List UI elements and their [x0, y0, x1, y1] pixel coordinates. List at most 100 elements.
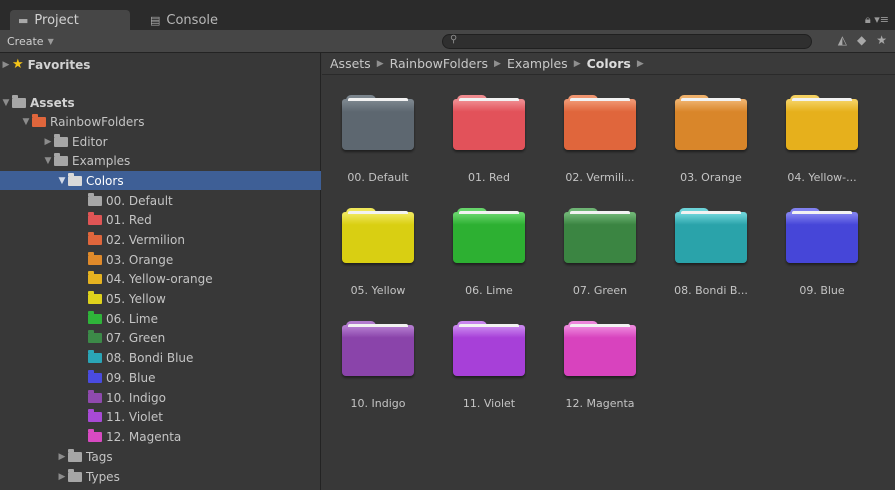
tree-label: 05. Yellow — [106, 292, 166, 306]
tree-item-color-folder[interactable]: 05. Yellow — [0, 290, 321, 309]
large-folder-icon — [675, 95, 747, 150]
large-folder-icon — [342, 95, 414, 150]
colored-folder-icon — [88, 192, 102, 206]
colored-folder-icon — [88, 212, 102, 226]
collapsed-arrow-icon[interactable]: ▶ — [56, 472, 68, 482]
tree-label: 08. Bondi Blue — [106, 351, 194, 366]
large-folder-icon — [342, 208, 414, 263]
create-button[interactable]: Create ▼ — [3, 33, 67, 50]
lock-icon[interactable]: 🔒︎ — [865, 13, 871, 26]
tree-label: Types — [86, 469, 120, 484]
folder-icon — [12, 94, 26, 108]
large-folder-icon — [564, 208, 636, 263]
tree-item-tags[interactable]: ▶ Tags — [0, 447, 377, 466]
tree-label: 04. Yellow-orange — [106, 272, 213, 287]
breadcrumb-item[interactable]: Examples — [507, 56, 568, 71]
collapsed-arrow-icon[interactable]: ▶ — [0, 60, 12, 70]
project-tree: ▶ ★ Favorites ▼ Assets ▼ RainbowFolders … — [0, 53, 321, 490]
tree-item-color-folder[interactable]: 03. Orange — [0, 250, 321, 269]
tree-label: 10. Indigo — [106, 390, 166, 405]
tree-item-color-folder[interactable]: 00. Default — [0, 191, 321, 210]
tree-item-colors[interactable]: ▼ Colors — [0, 171, 321, 190]
folder-caption: 12. Magenta — [565, 397, 635, 410]
breadcrumb-item[interactable]: Assets — [330, 56, 371, 71]
tree-label: 12. Magenta — [106, 429, 182, 444]
editor-folder-icon — [54, 133, 68, 147]
tree-label: 11. Violet — [106, 410, 163, 425]
colored-folder-icon — [88, 350, 102, 364]
tab-project[interactable]: ▬ Project — [10, 10, 130, 30]
folder-caption: 04. Yellow-... — [787, 171, 857, 184]
large-folder-icon — [786, 95, 858, 150]
tree-label: 02. Vermilion — [106, 232, 185, 247]
tab-label: Project — [34, 12, 79, 28]
tree-item-types[interactable]: ▶ Types — [0, 467, 377, 486]
toolbar-icons: ◭ ◆ ★ — [838, 33, 887, 47]
create-label: Create — [7, 35, 44, 48]
asset-folder-tile[interactable]: 04. Yellow-... — [751, 75, 893, 185]
tree-item-color-folder[interactable]: 11. Violet — [0, 408, 321, 427]
colored-folder-icon — [88, 409, 102, 423]
tree-label: Examples — [72, 153, 131, 168]
tab-label: Console — [166, 12, 219, 28]
folder-icon — [54, 152, 68, 166]
expanded-arrow-icon[interactable]: ▼ — [56, 176, 68, 186]
tree-item-color-folder[interactable]: 08. Bondi Blue — [0, 349, 321, 368]
menu-icon[interactable]: ▾≡ — [874, 13, 889, 26]
asset-grid: 00. Default 01. Red 02. Vermili... 03. Oran… — [322, 75, 895, 490]
colored-folder-icon — [88, 389, 102, 403]
collapsed-arrow-icon[interactable]: ▶ — [42, 137, 54, 147]
expanded-arrow-icon[interactable]: ▼ — [20, 117, 32, 127]
star-icon: ★ — [12, 57, 24, 72]
favorite-star-icon[interactable]: ★ — [876, 33, 887, 47]
expanded-arrow-icon[interactable]: ▼ — [42, 156, 54, 166]
colored-folder-icon — [88, 310, 102, 324]
tab-menu[interactable]: 🔒︎ ▾≡ — [865, 13, 889, 27]
folder-icon — [68, 468, 82, 482]
tab-bar: ▬ Project ▤ Console 🔒︎ ▾≡ — [0, 0, 895, 30]
breadcrumb-current[interactable]: Colors — [587, 56, 631, 71]
console-icon: ▤ — [150, 13, 161, 27]
tree-label: Editor — [72, 134, 108, 149]
asset-folder-tile[interactable]: 12. Magenta — [529, 301, 671, 411]
tree-item-color-folder[interactable]: 07. Green — [0, 329, 321, 348]
tree-item-color-folder[interactable]: 06. Lime — [0, 309, 321, 328]
colored-folder-icon — [88, 231, 102, 245]
tree-item-favorites[interactable]: ▶ ★ Favorites — [0, 55, 321, 74]
colored-folder-icon — [88, 428, 102, 442]
toolbar: Create ▼ ⚲ ◭ ◆ ★ — [0, 30, 895, 53]
large-folder-icon — [453, 95, 525, 150]
chevron-down-icon: ▼ — [47, 37, 54, 46]
tree-item-rainbowfolders[interactable]: ▼ RainbowFolders — [0, 112, 341, 131]
tree-item-color-folder[interactable]: 12. Magenta — [0, 427, 321, 446]
tree-item-assets[interactable]: ▼ Assets — [0, 93, 321, 112]
tree-item-color-folder[interactable]: 09. Blue — [0, 368, 321, 387]
breadcrumb-separator-icon: ▶ — [376, 58, 384, 69]
asset-folder-tile[interactable]: 09. Blue — [751, 188, 893, 298]
tree-label: Colors — [86, 173, 124, 188]
filter-by-label-icon[interactable]: ◆ — [857, 33, 866, 47]
large-folder-icon — [453, 321, 525, 376]
large-folder-icon — [675, 208, 747, 263]
large-folder-icon — [564, 95, 636, 150]
tree-item-color-folder[interactable]: 01. Red — [0, 211, 321, 230]
tree-item-color-folder[interactable]: 04. Yellow-orange — [0, 270, 321, 289]
tree-label: RainbowFolders — [50, 114, 145, 129]
tree-item-color-folder[interactable]: 10. Indigo — [0, 388, 321, 407]
colored-folder-icon — [88, 271, 102, 285]
tree-label: Favorites — [27, 57, 91, 72]
collapsed-arrow-icon[interactable]: ▶ — [56, 452, 68, 462]
colored-folder-icon — [88, 251, 102, 265]
breadcrumb-item[interactable]: RainbowFolders — [390, 56, 488, 71]
tree-item-color-folder[interactable]: 02. Vermilion — [0, 230, 321, 249]
tree-label: 01. Red — [106, 213, 152, 228]
breadcrumb-separator-icon: ▶ — [636, 58, 644, 69]
large-folder-icon — [564, 321, 636, 376]
search-input[interactable]: ⚲ — [442, 34, 812, 49]
tree-label: 06. Lime — [106, 311, 158, 326]
tab-console[interactable]: ▤ Console — [142, 10, 262, 30]
folder-icon: ▬ — [18, 13, 29, 27]
expanded-arrow-icon[interactable]: ▼ — [0, 98, 12, 108]
breadcrumb-separator-icon: ▶ — [573, 58, 581, 69]
filter-by-type-icon[interactable]: ◭ — [838, 33, 847, 47]
